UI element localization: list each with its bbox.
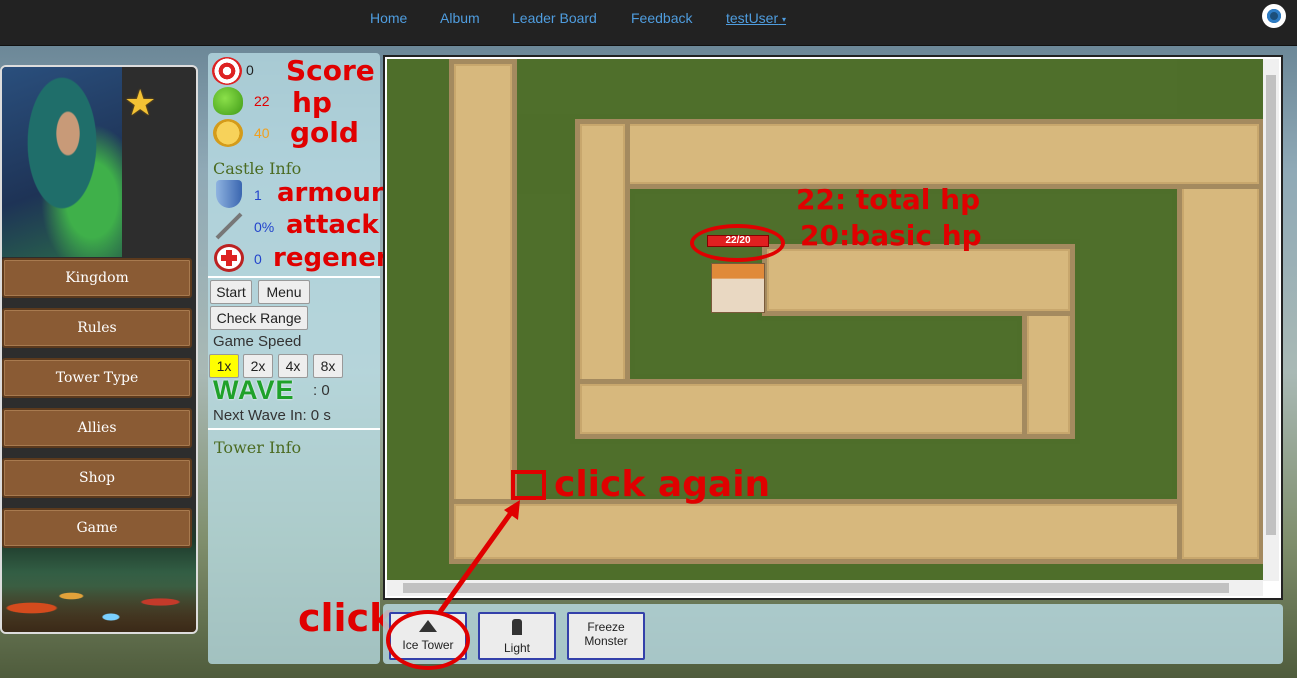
arrow-shaft <box>437 508 516 614</box>
annotation-arrow <box>437 500 520 614</box>
